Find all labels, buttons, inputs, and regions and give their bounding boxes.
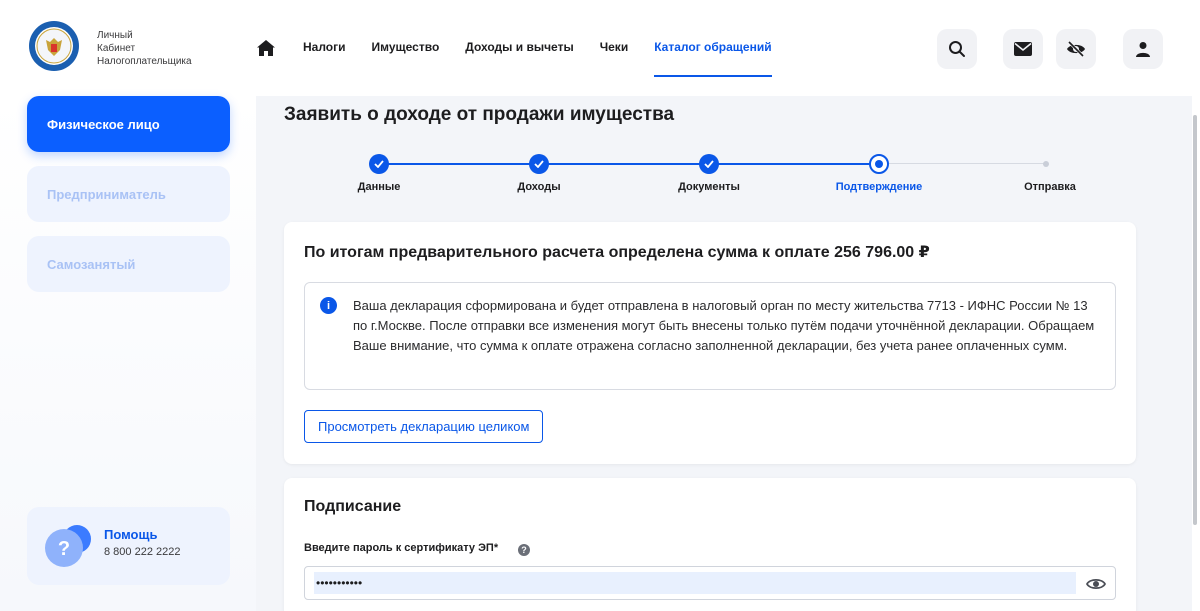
mail-icon	[1014, 42, 1032, 56]
sidebar-item-self-employed[interactable]: Самозанятый	[27, 236, 230, 292]
search-button[interactable]	[937, 29, 977, 69]
logo-line: Кабинет	[97, 43, 136, 54]
step-label-documents: Документы	[678, 181, 740, 193]
help-phone: 8 800 222 2222	[104, 546, 181, 558]
help-question-icon: ?	[45, 525, 91, 567]
step-label-income: Доходы	[517, 181, 561, 193]
nav-item-requests-catalog[interactable]: Каталог обращений	[654, 40, 772, 77]
stepper-pending-line	[889, 163, 1046, 164]
step-check-icon	[699, 154, 719, 174]
user-icon	[1136, 42, 1150, 57]
main-content: Заявить о доходе от продажи имущества Да…	[256, 96, 1192, 611]
summary-card: По итогам предварительного расчета опред…	[284, 222, 1136, 464]
signing-heading: Подписание	[304, 498, 402, 515]
logo-line: Налогоплательщика	[97, 56, 192, 67]
info-notice: i Ваша декларация сформирована и будет о…	[304, 282, 1116, 390]
password-field	[304, 566, 1116, 600]
info-notice-text: Ваша декларация сформирована и будет отп…	[353, 298, 1095, 353]
show-password-eye-icon[interactable]	[1086, 574, 1106, 594]
nav-item-property[interactable]: Имущество	[372, 40, 440, 77]
progress-stepper: Данные Доходы Документы Подтверждение От…	[256, 96, 1192, 216]
visibility-toggle-button[interactable]	[1056, 29, 1096, 69]
nav-item-taxes[interactable]: Налоги	[303, 40, 346, 77]
messages-button[interactable]	[1003, 29, 1043, 69]
main-nav: Налоги Имущество Доходы и вычеты Чеки Ка…	[303, 40, 798, 77]
step-check-icon	[529, 154, 549, 174]
profile-button[interactable]	[1123, 29, 1163, 69]
step-label-confirmation: Подтверждение	[835, 181, 923, 193]
help-box[interactable]: ? Помощь 8 800 222 2222	[27, 507, 230, 585]
eye-off-icon	[1067, 41, 1085, 57]
sidebar-item-individual[interactable]: Физическое лицо	[27, 96, 230, 152]
fns-emblem-logo[interactable]	[28, 20, 80, 72]
top-header: Личный Кабинет Налогоплательщика Налоги …	[0, 0, 1200, 96]
password-label: Введите пароль к сертификату ЭП*	[304, 542, 499, 554]
question-help-icon[interactable]: ?	[518, 544, 530, 556]
logo-text: Личный Кабинет Налогоплательщика	[97, 29, 192, 68]
password-input[interactable]	[314, 572, 1076, 594]
svg-text:?: ?	[58, 538, 70, 560]
home-icon[interactable]	[256, 38, 276, 58]
step-label-sending: Отправка	[1024, 181, 1076, 193]
nav-item-income-deductions[interactable]: Доходы и вычеты	[465, 40, 573, 77]
sidebar: Физическое лицо Предприниматель Самозаня…	[0, 96, 256, 611]
sidebar-item-entrepreneur[interactable]: Предприниматель	[27, 166, 230, 222]
stepper-progress-line	[379, 163, 879, 165]
help-title: Помощь	[104, 527, 158, 542]
search-icon	[949, 41, 965, 57]
logo-line: Личный	[97, 30, 133, 41]
scrollbar-thumb[interactable]	[1193, 115, 1197, 525]
step-label-data: Данные	[357, 181, 401, 193]
view-declaration-button[interactable]: Просмотреть декларацию целиком	[304, 410, 544, 443]
info-icon: i	[320, 297, 337, 314]
nav-item-receipts[interactable]: Чеки	[600, 40, 629, 77]
payment-summary-heading: По итогам предварительного расчета опред…	[304, 244, 930, 261]
step-pending-indicator	[1043, 161, 1049, 167]
signing-card: Подписание Введите пароль к сертификату …	[284, 478, 1136, 611]
step-current-indicator	[869, 154, 889, 174]
step-check-icon	[369, 154, 389, 174]
